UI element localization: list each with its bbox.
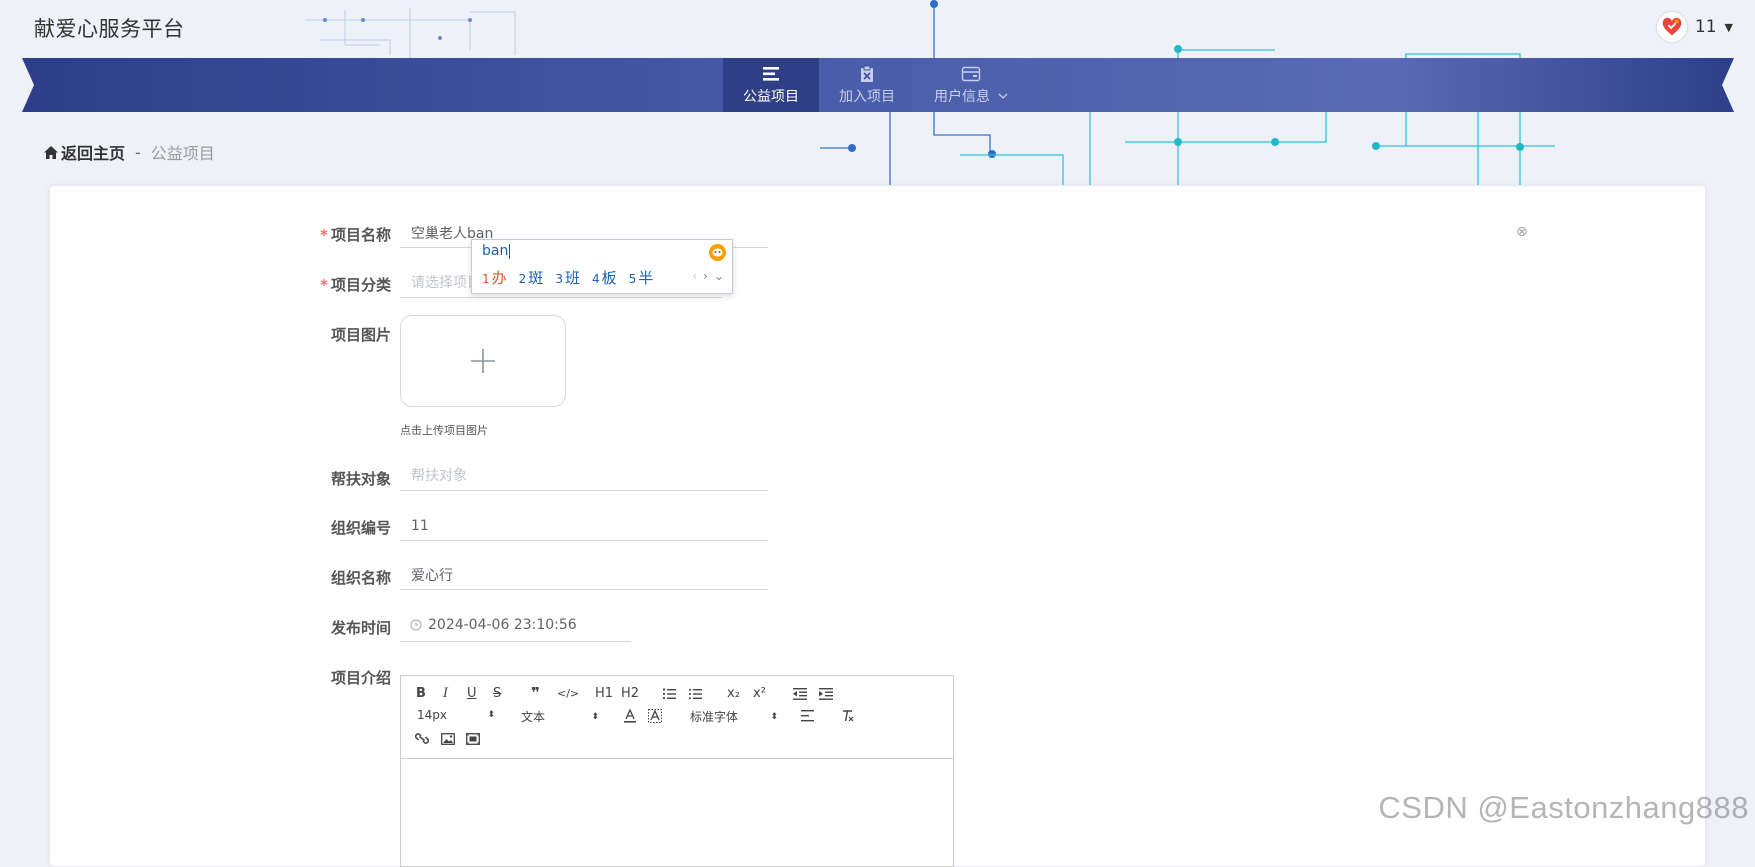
breadcrumb-current: 公益项目 [150,144,215,163]
font-color-icon[interactable] [623,709,637,723]
project-name-label: * 项目名称 [320,226,391,244]
nav-label: 加入项目 [839,89,895,105]
ime-next-icon[interactable]: › [703,269,708,283]
bold-button[interactable]: B [416,686,426,701]
close-circle-icon[interactable]: ⊗ [1516,224,1528,240]
editor-content-area[interactable] [401,759,953,866]
wallet-icon [961,66,981,82]
support-target-input[interactable] [400,461,768,491]
video-icon[interactable] [466,733,480,745]
org-id-label: 组织编号 [330,519,391,537]
outdent-icon[interactable] [793,688,807,700]
image-upload-button[interactable] [400,315,566,407]
ime-expand-icon[interactable]: ⌄ [714,269,724,283]
bullet-list-icon[interactable] [689,688,702,700]
nav-item-user-info[interactable]: 用户信息 [915,58,1027,112]
heart-logo-icon [1662,17,1682,36]
font-size-select[interactable]: 14px ⬍ [417,708,495,722]
support-target-label: 帮扶对象 [330,470,391,488]
publish-time-value: 2024-04-06 23:10:56 [428,617,577,633]
clear-format-icon[interactable] [841,709,855,723]
rich-text-editor[interactable]: B I U S ❞ </> H1 H2 x₂ x² 14px ⬍ 文本 ⬍ 标准字体… [400,675,954,867]
up-down-icon: ⬍ [591,711,599,722]
italic-button[interactable]: I [443,686,448,701]
align-icon[interactable] [801,710,814,722]
user-name: 11 [1694,17,1717,37]
ime-candidate[interactable]: 3班 [555,267,580,288]
clipboard-x-icon [861,65,873,82]
project-category-label: * 项目分类 [320,276,391,294]
ordered-list-icon[interactable] [663,688,676,700]
nav-label: 公益项目 [743,89,799,105]
watermark: CSDN @Eastonzhang888 [1378,790,1749,825]
up-down-icon: ⬍ [770,711,778,722]
indent-icon[interactable] [819,688,833,700]
ime-logo-icon[interactable] [709,244,726,261]
publish-time-picker[interactable]: 2024-04-06 23:10:56 [400,609,631,642]
ime-page-controls: ‹ › ⌄ [692,269,724,283]
org-name-label: 组织名称 [330,569,391,587]
ime-candidate[interactable]: 2斑 [519,267,544,288]
nav-item-join[interactable]: 加入项目 [819,58,915,112]
ime-prev-icon[interactable]: ‹ [692,269,697,283]
nav-item-projects[interactable]: 公益项目 [723,58,819,112]
ime-candidate[interactable]: 1办 [482,267,507,288]
superscript-button[interactable]: x² [753,686,766,701]
publish-time-label: 发布时间 [330,619,391,637]
plus-icon [471,349,495,373]
list-icon [763,67,779,81]
background-color-icon[interactable] [648,709,662,723]
main-nav: 公益项目 加入项目 用户信息 [723,58,1027,112]
strike-button[interactable]: S [493,686,501,701]
chevron-down-icon [998,93,1008,99]
user-avatar[interactable] [1656,12,1687,42]
code-button[interactable]: </> [557,687,579,700]
breadcrumb-separator: - [135,142,141,162]
user-menu[interactable]: 11 ▼ [1656,12,1733,42]
editor-toolbar: B I U S ❞ </> H1 H2 x₂ x² 14px ⬍ 文本 ⬍ 标准字体… [401,676,953,759]
required-marker: * [320,276,328,294]
h2-button[interactable]: H2 [621,686,639,701]
text-cursor [509,243,511,259]
site-title: 献爱心服务平台 [34,17,185,41]
org-name-input[interactable] [400,560,768,590]
blockquote-button[interactable]: ❞ [531,684,540,702]
underline-button[interactable]: U [467,686,477,701]
project-image-label: 项目图片 [330,326,391,344]
breadcrumb: 返回主页 - 公益项目 [44,140,215,164]
required-marker: * [320,226,328,244]
ime-candidate[interactable]: 4板 [592,267,617,288]
caret-down-icon[interactable]: ▼ [1725,21,1733,34]
font-family-select[interactable]: 标准字体 ⬍ [690,708,778,725]
ime-candidates: 1办 2斑 3班 4板 5半 [482,267,653,288]
clock-icon [410,619,422,631]
ime-composition: ban [482,243,511,259]
ime-candidate[interactable]: 5半 [629,267,654,288]
link-icon[interactable] [415,732,429,745]
breadcrumb-home-label: 返回主页 [61,144,126,163]
org-id-input[interactable] [400,511,768,541]
home-icon [44,145,58,159]
upload-tip: 点击上传项目图片 [400,424,488,437]
ime-candidate-popup: ban 1办 2斑 3班 4板 5半 ‹ › ⌄ [471,239,733,294]
h1-button[interactable]: H1 [595,686,613,701]
up-down-icon: ⬍ [487,710,495,720]
image-icon[interactable] [441,733,455,745]
nav-label: 用户信息 [934,89,990,105]
project-intro-label: 项目介绍 [330,669,391,687]
breadcrumb-home[interactable]: 返回主页 [44,140,125,164]
block-format-select[interactable]: 文本 ⬍ [521,708,599,725]
subscript-button[interactable]: x₂ [727,686,740,701]
